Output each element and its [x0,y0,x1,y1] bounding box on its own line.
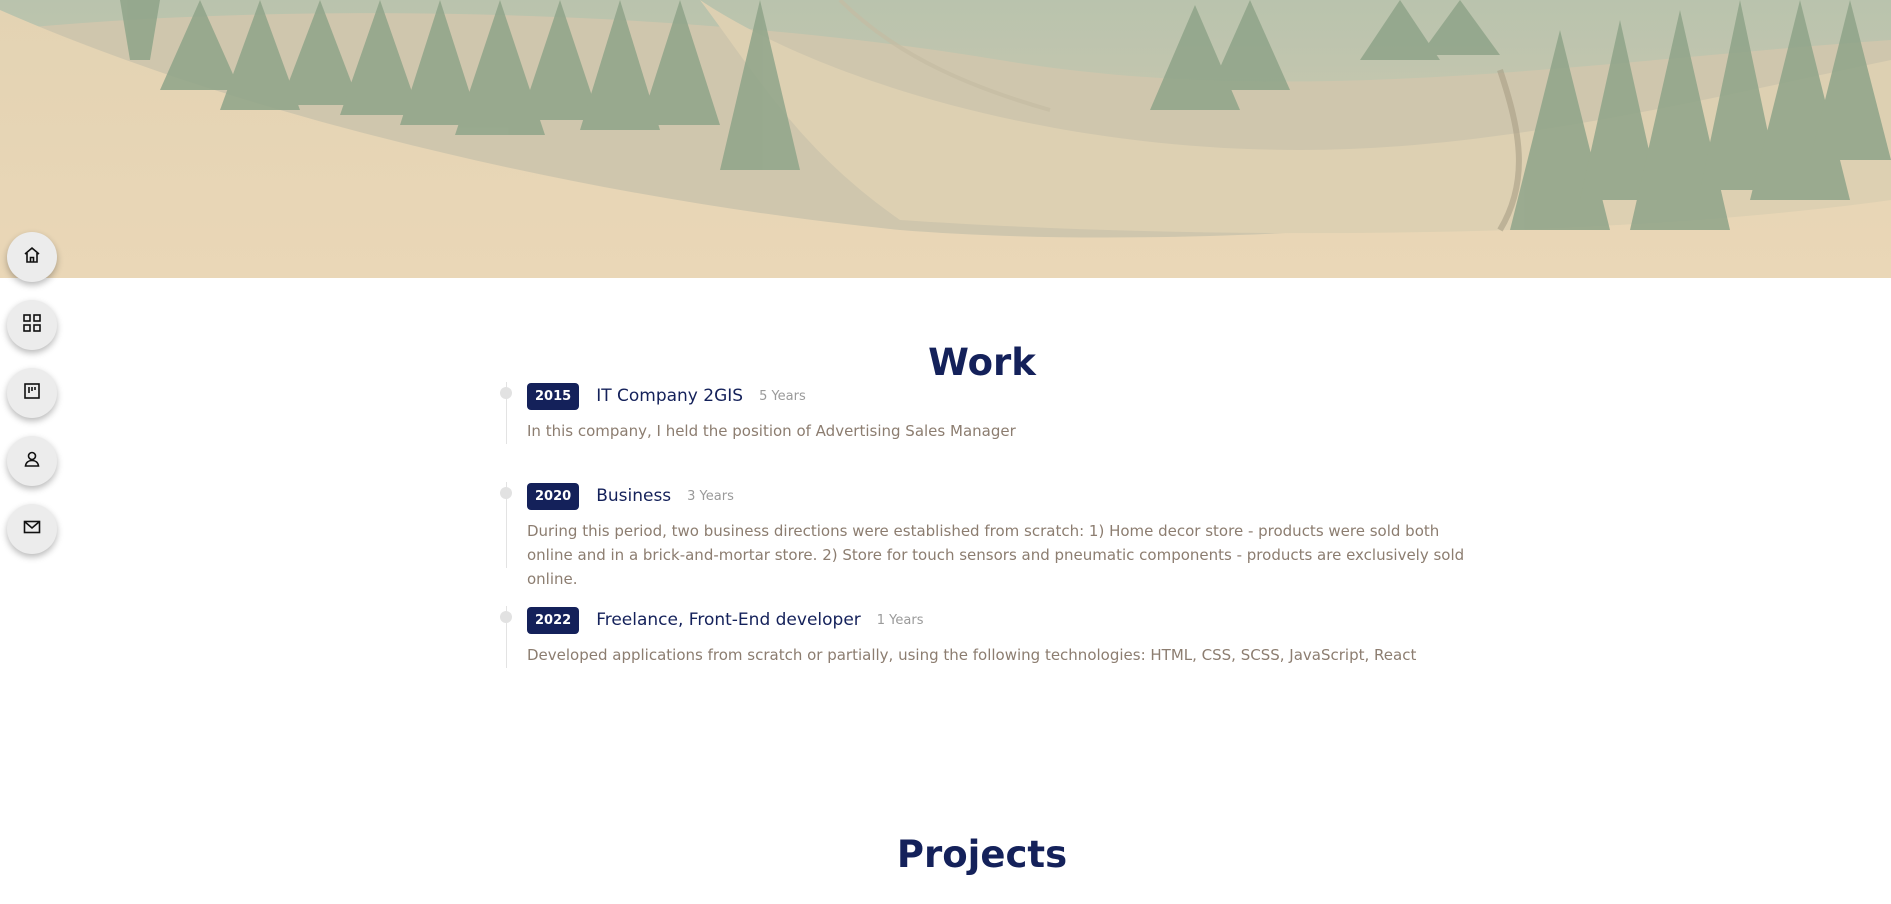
company-name: IT Company 2GIS [596,386,744,406]
grid-icon [22,313,42,337]
year-badge: 2015 [527,382,580,410]
user-icon [22,449,42,473]
job-description: In this company, I held the position of … [527,422,1016,440]
side-nav [7,232,57,572]
job-description: During this period, two business directi… [527,522,1465,588]
duration-label: 3 Years [687,488,734,504]
timeline-item-header: 2015 IT Company 2GIS 5 Years [527,382,1466,410]
year-badge: 2022 [527,606,580,634]
timeline-item: 2022 Freelance, Front-End developer 1 Ye… [500,606,1466,668]
work-timeline: 2015 IT Company 2GIS 5 Years In this com… [500,382,1466,668]
duration-label: 1 Years [876,612,924,628]
hero-banner-image [0,0,1891,278]
nav-home-button[interactable] [7,232,57,282]
job-description: Developed applications from scratch or p… [527,646,1417,664]
kanban-icon [22,381,42,405]
timeline-item: 2015 IT Company 2GIS 5 Years In this com… [500,382,1466,444]
work-section-title: Work [928,341,1036,384]
timeline-item-header: 2020 Business 3 Years [527,482,1466,510]
company-name: Freelance, Front-End developer [596,610,861,630]
nav-about-button[interactable] [7,436,57,486]
home-icon [22,245,42,269]
timeline-item-header: 2022 Freelance, Front-End developer 1 Ye… [527,606,1466,634]
company-name: Business [596,486,672,506]
projects-section-title: Projects [896,833,1068,876]
mail-icon [22,517,42,541]
timeline-item: 2020 Business 3 Years During this period… [500,482,1466,588]
duration-label: 5 Years [759,388,806,404]
year-badge: 2020 [527,482,580,510]
nav-contact-button[interactable] [7,504,57,554]
